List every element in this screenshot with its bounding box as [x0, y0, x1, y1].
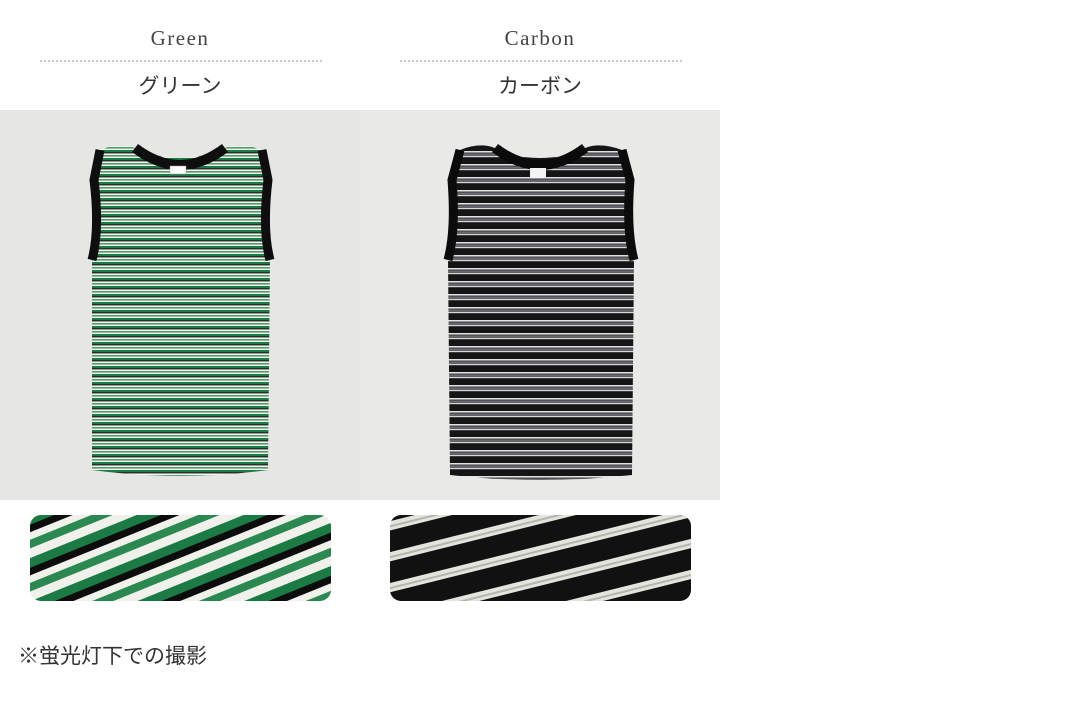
variant-name-en: Carbon [504, 26, 576, 50]
green-stripe-fabric-closeup [30, 515, 331, 601]
variant-name-en: Green [150, 26, 210, 50]
carbon-striped-tank-top-photo [360, 110, 720, 500]
dotted-divider [40, 60, 322, 62]
carbon-stripe-fabric-closeup [390, 515, 691, 601]
lighting-note: ※蛍光灯下での撮影 [18, 644, 207, 668]
green-striped-tank-top-photo [0, 110, 360, 500]
variant-name-ja: カーボン [498, 74, 582, 98]
variant-name-ja: グリーン [138, 74, 222, 98]
dotted-divider [400, 60, 682, 62]
